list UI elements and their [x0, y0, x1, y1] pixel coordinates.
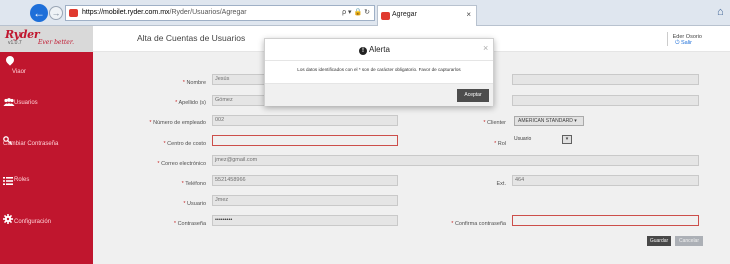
sidebar-item-usuarios[interactable]: Usuarios: [0, 94, 93, 128]
tab-favicon-icon: [381, 12, 390, 20]
site-favicon-icon: [69, 9, 78, 17]
map-pin-icon: [4, 54, 16, 66]
logo-area: Ryder Ever better. v1.0.7: [0, 26, 93, 52]
sidebar-item-label: Usuarios: [14, 100, 38, 106]
header-divider: [667, 32, 668, 46]
app-version: v1.0.7: [8, 40, 22, 46]
alert-dialog-message: Los datos identificados con el * son de …: [297, 67, 461, 72]
alert-dialog-title: ! Alerta: [359, 45, 390, 55]
sidebar-item-label: Configuración: [14, 219, 52, 225]
sidebar: Ryder Ever better. v1.0.7 Viaor Usuarios…: [0, 26, 93, 264]
logo-tagline: Ever better.: [38, 39, 74, 46]
address-bar-icons[interactable]: ρ ▾ 🔒 ↻: [342, 6, 370, 20]
accept-button[interactable]: Aceptar: [457, 89, 489, 102]
tab-title: Agregar: [392, 11, 417, 18]
home-icon[interactable]: ⌂: [717, 6, 724, 18]
close-icon[interactable]: ×: [483, 43, 488, 53]
sidebar-item-cambiar-contrasena[interactable]: Cambiar Contraseña: [0, 132, 93, 166]
browser-toolbar: ← → https://mobilet.ryder.com.mx/Ryder/U…: [0, 0, 730, 26]
url-path: /Ryder/Usuarios/Agregar: [169, 9, 247, 16]
sidebar-item-label: Cambiar Contraseña: [3, 141, 59, 147]
list-icon: [3, 177, 13, 185]
alert-dialog: ! Alerta × Los datos identificados con el…: [264, 38, 494, 106]
logout-link[interactable]: ⏻ Salir: [675, 40, 692, 47]
back-arrow-icon[interactable]: ←: [30, 4, 48, 22]
forward-arrow-icon[interactable]: →: [49, 6, 63, 20]
sidebar-item-configuracion[interactable]: Configuración: [0, 212, 93, 246]
sidebar-item-viaor[interactable]: Viaor: [0, 54, 93, 90]
alert-dialog-footer: Aceptar: [265, 83, 493, 106]
sidebar-item-roles[interactable]: Roles: [0, 172, 93, 206]
alert-dialog-header: ! Alerta ×: [265, 39, 493, 61]
url-host: https://mobilet.ryder.com.mx: [82, 9, 170, 16]
sidebar-item-label: Viaor: [12, 69, 26, 75]
sidebar-item-label: Roles: [14, 177, 30, 183]
page-title: Alta de Cuentas de Usuarios: [137, 33, 246, 43]
browser-tab[interactable]: Agregar ×: [377, 5, 477, 26]
exclamation-icon: !: [359, 47, 367, 55]
address-bar[interactable]: https://mobilet.ryder.com.mx/Ryder/Usuar…: [65, 5, 375, 21]
gear-icon: [3, 214, 13, 224]
tab-close-icon[interactable]: ×: [466, 6, 471, 24]
